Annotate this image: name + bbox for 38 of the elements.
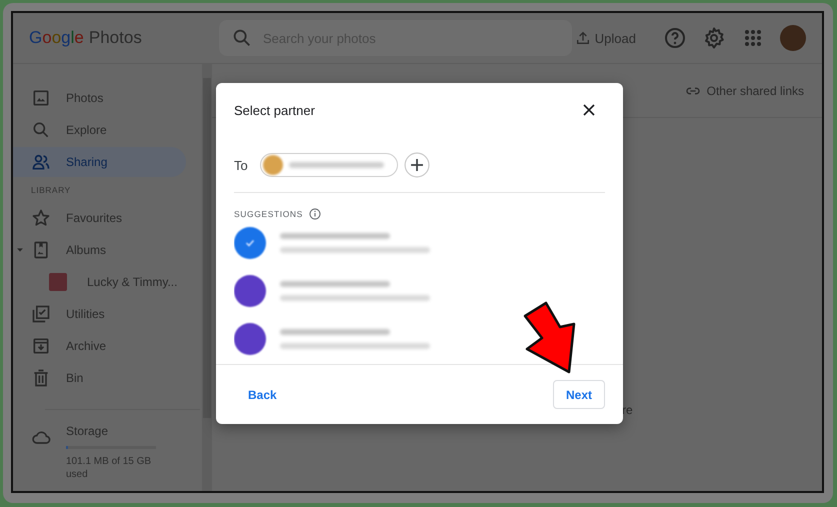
storage-label: Storage <box>66 424 110 438</box>
people-icon <box>31 152 51 172</box>
avatar-icon[interactable] <box>780 25 806 51</box>
star-icon <box>31 208 51 228</box>
album-thumbnail <box>49 273 67 291</box>
app-name: Photos <box>88 28 142 48</box>
search-icon <box>31 120 51 140</box>
sidebar-item[interactable]: Utilities <box>13 299 186 329</box>
sidebar-item[interactable]: Sharing <box>13 147 186 177</box>
avatar-icon <box>263 155 283 175</box>
add-icon[interactable] <box>404 152 430 178</box>
dialog-button[interactable]: Next <box>553 380 605 409</box>
sidebar-item[interactable]: Archive <box>13 331 186 361</box>
section-heading: SUGGESTIONS <box>234 209 303 219</box>
sidebar-item[interactable]: Explore <box>13 115 186 145</box>
dialog-title: Select partner <box>234 102 315 118</box>
search-icon <box>231 27 253 49</box>
storage-usage-text: 101.1 MB of 15 GB used <box>66 455 152 481</box>
help-icon[interactable] <box>663 26 687 50</box>
sidebar-item[interactable]: Albums <box>13 235 186 265</box>
scrollbar[interactable] <box>202 64 212 491</box>
photo-icon <box>31 88 51 108</box>
upload-icon <box>574 30 591 46</box>
sidebar-item[interactable]: Photos <box>13 83 186 113</box>
album-label: Lucky & Timmy... <box>87 275 178 289</box>
archive-icon <box>31 336 51 356</box>
partial-text: re <box>622 403 633 417</box>
to-label: To <box>234 158 249 172</box>
settings-icon[interactable] <box>702 26 726 50</box>
info-icon <box>308 208 321 220</box>
checklist-icon <box>31 304 51 324</box>
upload-button[interactable]: Upload <box>574 30 636 46</box>
other-shared-links-link[interactable]: Other shared links <box>684 82 804 98</box>
recipient-chip[interactable] <box>260 153 398 177</box>
logo-wordmark: Google <box>29 28 84 48</box>
sidebar-item[interactable]: Bin <box>13 363 186 393</box>
album-item[interactable]: Lucky & Timmy... <box>13 267 186 297</box>
sidebar-item[interactable]: Favourites <box>13 203 186 233</box>
